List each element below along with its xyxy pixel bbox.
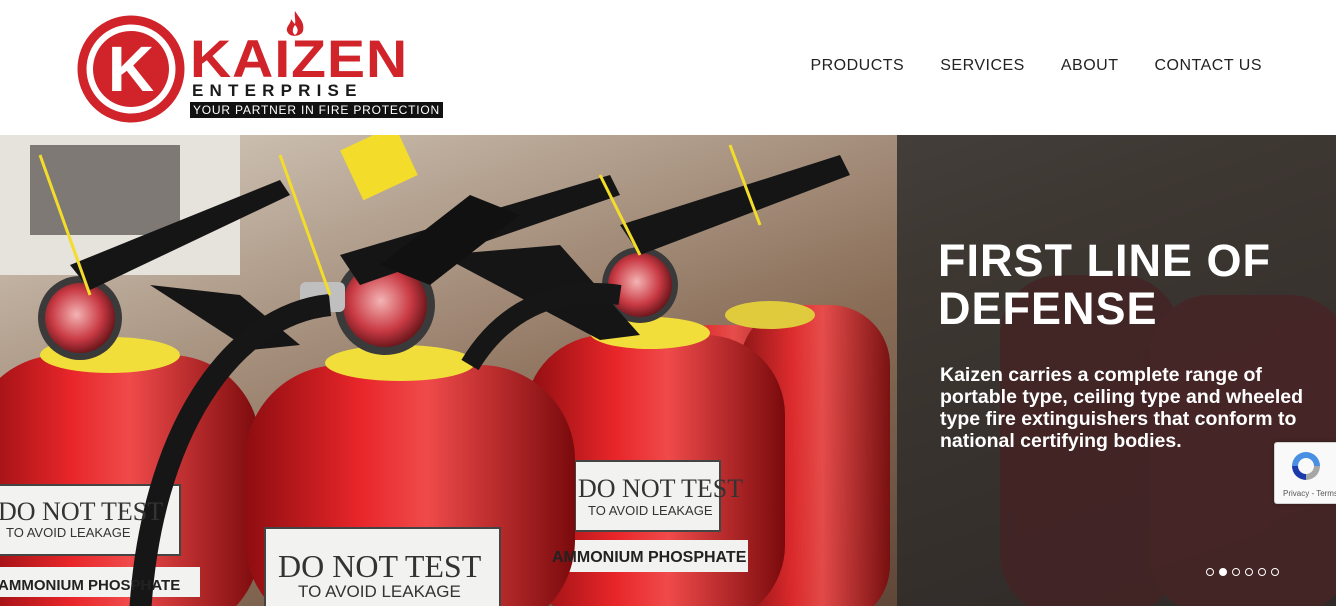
hero-body: Kaizen carries a complete range of porta… [940,363,1303,452]
slider-dot-6[interactable] [1271,568,1279,576]
recaptcha-badge[interactable]: Privacy - Terms [1274,442,1336,504]
nav-services[interactable]: SERVICES [940,56,1025,76]
svg-text:DO NOT TEST: DO NOT TEST [0,497,163,526]
main-nav: PRODUCTS SERVICES ABOUT CONTACT US [810,56,1262,76]
slider-dot-2[interactable] [1219,568,1227,576]
nav-products[interactable]: PRODUCTS [810,56,904,76]
svg-text:TO AVOID LEAKAGE: TO AVOID LEAKAGE [588,503,713,518]
recaptcha-privacy-terms[interactable]: Privacy - Terms [1283,489,1336,498]
site-logo[interactable]: K KAIZEN ENTERPRISE YOUR PARTNER IN FIRE… [77,10,447,123]
site-header: K KAIZEN ENTERPRISE YOUR PARTNER IN FIRE… [0,0,1336,135]
slider-dots [1206,568,1279,576]
nav-contact-us[interactable]: CONTACT US [1154,56,1262,76]
recaptcha-icon [1292,452,1320,480]
svg-text:K: K [108,33,154,105]
hero-headline: FIRST LINE OF DEFENSE [938,235,1271,335]
brand-sub: ENTERPRISE [192,81,363,100]
svg-text:DO NOT TEST: DO NOT TEST [278,548,482,584]
svg-text:AMMONIUM PHOSPHATE: AMMONIUM PHOSPHATE [0,577,180,594]
slider-dot-4[interactable] [1245,568,1253,576]
hero-slider: DO NOT TEST TO AVOID LEAKAGE AMMONIUM PH… [0,135,1336,606]
kaizen-k-emblem-icon: K [77,15,185,123]
slider-dot-1[interactable] [1206,568,1214,576]
nav-about[interactable]: ABOUT [1061,56,1119,76]
slider-dot-5[interactable] [1258,568,1266,576]
svg-text:TO AVOID LEAKAGE: TO AVOID LEAKAGE [6,525,131,540]
svg-text:DO NOT TEST: DO NOT TEST [578,474,743,503]
svg-text:TO AVOID LEAKAGE: TO AVOID LEAKAGE [298,582,461,601]
slider-dot-3[interactable] [1232,568,1240,576]
brand-tagline: YOUR PARTNER IN FIRE PROTECTION [190,102,443,118]
brand-name: KAIZEN [190,30,409,90]
svg-text:AMMONIUM PHOSPHATE: AMMONIUM PHOSPHATE [552,549,747,566]
